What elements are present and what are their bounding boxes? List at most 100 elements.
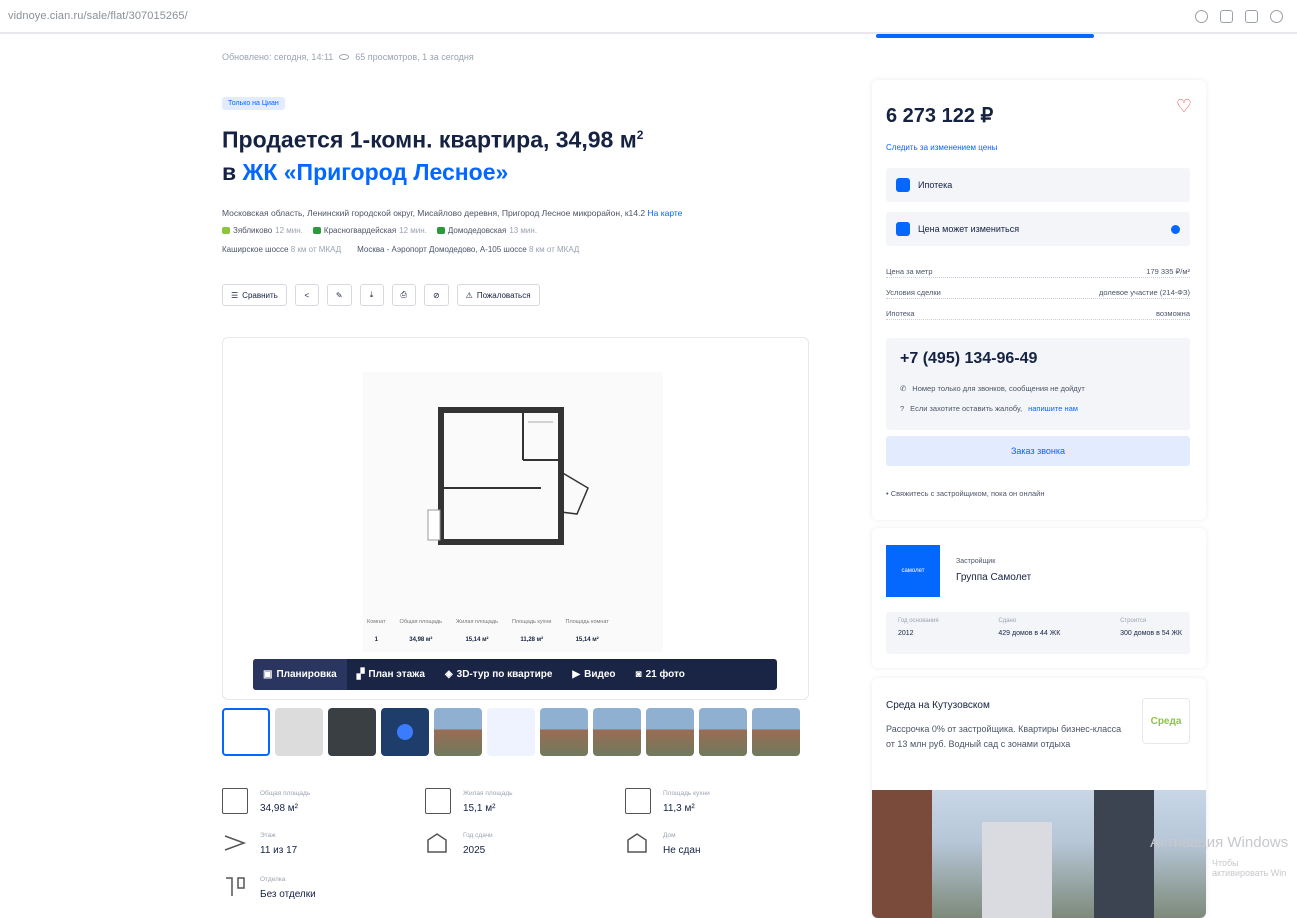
fact-value: 34,98 м² bbox=[260, 803, 299, 814]
price: 6 273 122 ₽ bbox=[886, 105, 994, 127]
house-icon-svg bbox=[627, 833, 647, 853]
developer-stat-value: 300 домов в 54 ЖК bbox=[1120, 630, 1182, 637]
price-card: 6 273 122 ₽ ♡ Следить за изменением цены… bbox=[872, 80, 1206, 520]
building-shape bbox=[1094, 790, 1154, 918]
fact-finishing: Отделка Без отделки bbox=[222, 874, 316, 900]
thumbnail-photo[interactable] bbox=[593, 708, 641, 756]
highway-item: Москва - Аэропорт Домодедово, А-105 шосс… bbox=[357, 245, 579, 254]
play-icon bbox=[397, 724, 413, 740]
developer-label: Застройщик bbox=[956, 558, 996, 565]
online-note: • Свяжитесь с застройщиком, пока он онла… bbox=[886, 489, 1045, 498]
area-icon bbox=[222, 788, 248, 814]
thumbnail-photo[interactable] bbox=[752, 708, 800, 756]
plan-stat-value: 11,28 м² bbox=[520, 637, 544, 643]
compare-button[interactable]: ☰ Сравнить bbox=[222, 284, 287, 306]
living-area-icon bbox=[425, 788, 451, 814]
action-bar: ☰ Сравнить < ✎ ⤓ ⎙ ⊘ ⚠ Пожаловаться bbox=[222, 284, 540, 306]
developer-stat-label: Сдано bbox=[998, 618, 1017, 624]
metro-name: Зябликово bbox=[233, 226, 273, 235]
developer-name[interactable]: Группа Самолет bbox=[956, 572, 1031, 583]
callback-button[interactable]: Заказ звонка bbox=[886, 436, 1190, 466]
fact-value: 15,1 м² bbox=[463, 803, 496, 814]
favorite-heart-icon[interactable]: ♡ bbox=[1176, 96, 1192, 117]
hide-button[interactable]: ⊘ bbox=[423, 284, 449, 306]
plan-stat-label: Комнат bbox=[367, 619, 386, 625]
fact-year: Год сдачи 2025 bbox=[425, 830, 493, 856]
plan-stat: Площадь кухни 11,28 м² bbox=[512, 619, 552, 643]
follow-price-link[interactable]: Следить за изменением цены bbox=[886, 143, 997, 152]
tab-icon[interactable] bbox=[1220, 9, 1233, 23]
settings-icon[interactable] bbox=[1270, 9, 1283, 23]
fact-value: 11 из 17 bbox=[260, 845, 298, 856]
tab-floor-plan[interactable]: ▞ План этажа bbox=[347, 659, 435, 690]
developer-card[interactable]: самолет Застройщик Группа Самолет Год ос… bbox=[872, 528, 1206, 668]
price-change-notice[interactable]: Цена может измениться bbox=[886, 212, 1190, 246]
thumbnail-map[interactable] bbox=[487, 708, 535, 756]
ad-logo: Среда bbox=[1142, 698, 1190, 744]
tab-label: Планировка bbox=[276, 669, 337, 680]
fact-label: Жилая площадь bbox=[463, 790, 513, 797]
highway-dist: 8 км от МКАД bbox=[528, 245, 580, 254]
search-icon[interactable] bbox=[1195, 9, 1208, 23]
thumbnail-photo[interactable] bbox=[434, 708, 482, 756]
tab-video[interactable]: ▶ Видео bbox=[562, 659, 625, 690]
tab-3d-tour[interactable]: ◈ 3D-тур по квартире bbox=[435, 659, 562, 690]
title-sup: 2 bbox=[636, 128, 644, 142]
info-icon[interactable] bbox=[1171, 224, 1180, 234]
thumbnail-photo[interactable] bbox=[646, 708, 694, 756]
ad-image[interactable] bbox=[872, 790, 1206, 918]
plan-stat: Комнат 1 bbox=[367, 619, 386, 643]
metro-station[interactable]: Зябликово 12 мин. bbox=[222, 226, 303, 235]
question-icon: ? bbox=[900, 404, 905, 413]
online-text: Свяжитесь с застройщиком, пока он онлайн bbox=[890, 489, 1045, 498]
fact-living-area: Жилая площадь 15,1 м² bbox=[425, 788, 513, 814]
thumbnail-video[interactable] bbox=[381, 708, 429, 756]
fact-value: 11,3 м² bbox=[663, 803, 695, 814]
fact-house: Дом Не сдан bbox=[625, 830, 700, 856]
tab-planning[interactable]: ▣ Планировка bbox=[253, 659, 347, 690]
complaint-note: ? Если захотите оставить жалобу, напишите … bbox=[900, 404, 1078, 413]
share-icon: < bbox=[304, 290, 310, 300]
ad-card[interactable]: Среда на Кутузовском Рассрочка 0% от зас… bbox=[872, 678, 1206, 918]
extension-icon[interactable] bbox=[1245, 9, 1258, 23]
phone-icon: ✆ bbox=[900, 384, 907, 393]
complain-button[interactable]: ⚠ Пожаловаться bbox=[456, 284, 540, 306]
complaint-link[interactable]: напишите нам bbox=[1028, 404, 1078, 413]
camera-icon: ◙ bbox=[635, 669, 642, 680]
thumbnail-floor[interactable] bbox=[275, 708, 323, 756]
warning-icon: ⚠ bbox=[465, 290, 473, 300]
share-button[interactable]: < bbox=[294, 284, 319, 306]
edit-button[interactable]: ✎ bbox=[326, 284, 352, 306]
thumbnail-photo[interactable] bbox=[540, 708, 588, 756]
url-text[interactable]: vidnoye.cian.ru/sale/flat/307015265/ bbox=[8, 10, 188, 22]
building-shape bbox=[982, 822, 1052, 918]
print-button[interactable]: ⎙ bbox=[391, 284, 416, 306]
plan-stat-label: Общая площадь bbox=[399, 619, 443, 625]
price-tag-icon bbox=[896, 222, 910, 236]
mortgage-button[interactable]: Ипотека bbox=[886, 168, 1190, 202]
complex-link[interactable]: ЖК «Пригород Лесное» bbox=[243, 159, 509, 185]
fact-value: 2025 bbox=[463, 845, 486, 856]
thumbnail-photo[interactable] bbox=[328, 708, 376, 756]
finishing-icon bbox=[222, 874, 248, 900]
metro-station[interactable]: Домодедовская 13 мин. bbox=[436, 226, 537, 235]
developer-stat-label: Строится bbox=[1120, 618, 1147, 624]
tab-photos[interactable]: ◙ 21 фото bbox=[626, 659, 695, 690]
phone-note-text: Номер только для звонков, сообщения не д… bbox=[912, 384, 1085, 393]
developer-logo[interactable]: самолет bbox=[886, 545, 940, 597]
media-tabs: ▣ Планировка ▞ План этажа ◈ 3D-тур по кварт… bbox=[253, 659, 777, 690]
phone-note: ✆ Номер только для звонков, сообщения не … bbox=[900, 384, 1085, 393]
highway-item: Каширское шоссе 8 км от МКАД bbox=[222, 245, 341, 254]
building-shape bbox=[872, 790, 932, 918]
floorplan-image[interactable] bbox=[363, 372, 663, 652]
title-prefix: в bbox=[222, 158, 243, 185]
phone-number[interactable]: +7 (495) 134-96-49 bbox=[900, 350, 1037, 368]
detail-key: Условия сделки bbox=[886, 288, 941, 297]
plan-stat-label: Жилая площадь bbox=[456, 619, 498, 625]
metro-station[interactable]: Красногвардейская 12 мин. bbox=[312, 226, 427, 235]
thumbnail-photo[interactable] bbox=[699, 708, 747, 756]
download-button[interactable]: ⤓ bbox=[359, 284, 384, 306]
thumbnail-planning[interactable] bbox=[222, 708, 270, 756]
map-link[interactable]: На карте bbox=[647, 208, 682, 218]
metro-list: Зябликово 12 мин. Красногвардейская 12 мин… bbox=[222, 226, 537, 235]
